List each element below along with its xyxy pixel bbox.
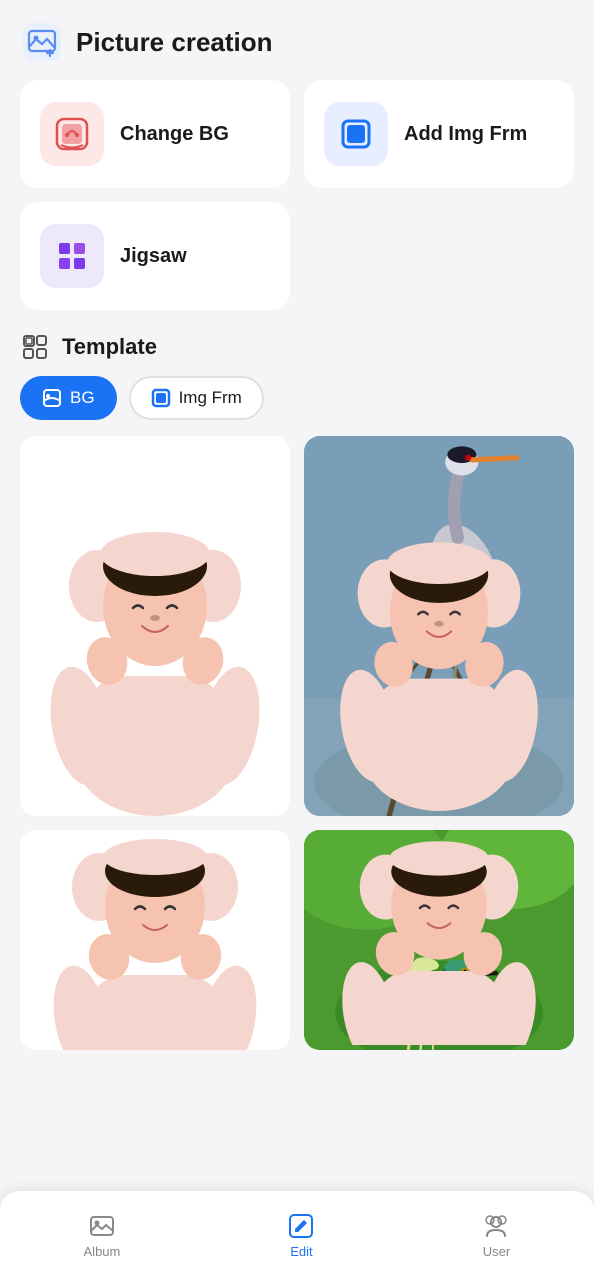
add-img-frm-icon-wrap: [324, 102, 388, 166]
filter-tabs: BG Img Frm: [0, 376, 594, 420]
nav-edit[interactable]: Edit: [267, 1204, 335, 1267]
template-section-icon: [20, 332, 50, 362]
gallery-item-right-bottom[interactable]: [304, 830, 574, 1050]
user-icon: [482, 1212, 510, 1240]
nav-user[interactable]: User: [462, 1204, 530, 1267]
add-img-frm-card[interactable]: Add Img Frm: [304, 80, 574, 188]
gallery-item-right-top[interactable]: [304, 436, 574, 816]
album-icon: [88, 1212, 116, 1240]
jigsaw-card[interactable]: Jigsaw: [20, 202, 290, 310]
feature-cards: Change BG Add Img Frm Jigsaw: [0, 80, 594, 310]
page-header: Picture creation: [0, 0, 594, 80]
change-bg-label: Change BG: [120, 121, 229, 147]
user-label: User: [483, 1244, 510, 1259]
page-title: Picture creation: [76, 27, 273, 58]
gallery-item-left-bottom[interactable]: [20, 830, 290, 1050]
filter-tab-imgfrm[interactable]: Img Frm: [129, 376, 264, 420]
filter-imgfrm-label: Img Frm: [179, 388, 242, 408]
header-icon: [20, 20, 64, 64]
bottom-nav: Album Edit User: [0, 1190, 594, 1280]
add-img-frm-label: Add Img Frm: [404, 121, 527, 147]
album-label: Album: [84, 1244, 121, 1259]
filter-bg-label: BG: [70, 388, 95, 408]
gallery-right-col: [304, 436, 574, 1050]
filter-tab-bg[interactable]: BG: [20, 376, 117, 420]
change-bg-card[interactable]: Change BG: [20, 80, 290, 188]
template-section-title: Template: [62, 334, 157, 360]
template-section-header: Template: [0, 310, 594, 376]
edit-icon: [287, 1212, 315, 1240]
edit-label: Edit: [290, 1244, 312, 1259]
jigsaw-label: Jigsaw: [120, 243, 187, 269]
jigsaw-icon-wrap: [40, 224, 104, 288]
template-gallery: [0, 436, 594, 1050]
gallery-item-left-top[interactable]: [20, 436, 290, 816]
nav-album[interactable]: Album: [64, 1204, 141, 1267]
change-bg-icon-wrap: [40, 102, 104, 166]
